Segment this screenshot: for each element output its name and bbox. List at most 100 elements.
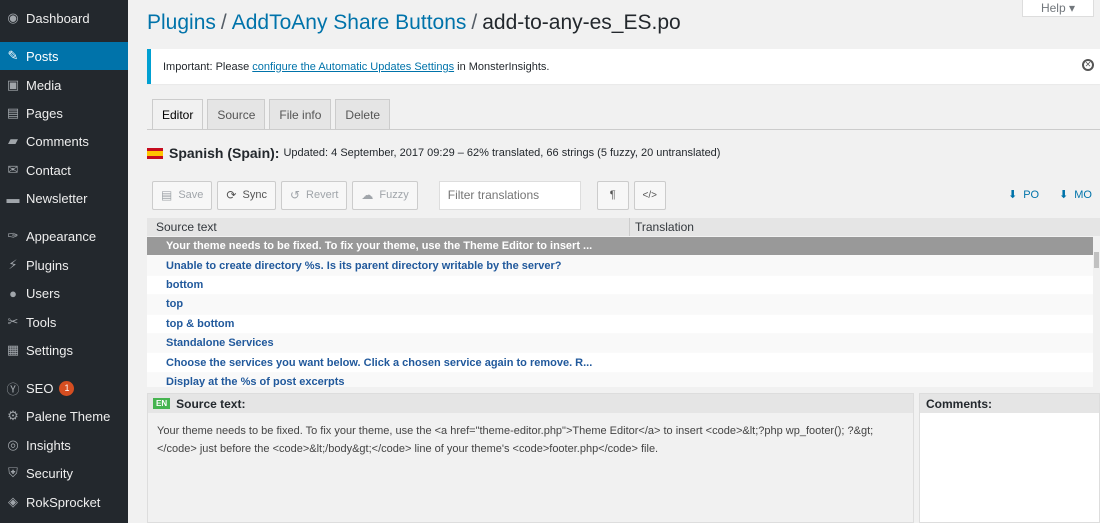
sidebar-item-seo[interactable]: Ⓨ SEO 1 <box>0 374 128 402</box>
sidebar-item-label: Security <box>26 465 73 481</box>
notification-badge: 1 <box>59 380 75 396</box>
save-label: Save <box>178 189 204 201</box>
help-button[interactable]: Help ▾ <box>1022 0 1094 17</box>
fuzzy-button[interactable]: ☁ Fuzzy <box>352 180 418 210</box>
gear-icon: ⚙ <box>7 408 19 423</box>
code-view-toggle[interactable]: </> <box>633 180 666 210</box>
sidebar-item-label: Settings <box>26 342 73 358</box>
sidebar-item-label: Users <box>26 285 60 301</box>
rocket-icon: ◈ <box>8 494 18 509</box>
sidebar-item-newsletter[interactable]: ▬ Newsletter <box>0 184 128 212</box>
sidebar-item-media[interactable]: ▣ Media <box>0 71 128 99</box>
po-label: PO <box>1023 188 1040 201</box>
tab-file-info[interactable]: File info <box>269 99 332 129</box>
tab-divider <box>147 129 1100 130</box>
sidebar-item-users[interactable]: ● Users <box>0 279 128 307</box>
source-panel-title: Source text: <box>176 396 246 411</box>
sidebar-item-label: Comments <box>26 133 89 149</box>
strings-table-header: Source text Translation <box>147 218 1100 236</box>
dismiss-icon[interactable]: ✕ <box>1082 59 1094 71</box>
sidebar-item-insights[interactable]: ◎ Insights <box>0 431 128 459</box>
scrollbar-thumb[interactable] <box>1094 252 1099 268</box>
breadcrumb-plugins[interactable]: Plugins <box>147 11 216 34</box>
language-name: Spanish (Spain): <box>169 145 280 161</box>
tab-source[interactable]: Source <box>207 99 266 129</box>
sidebar-item-label: Plugins <box>26 257 69 273</box>
notice-suffix: in MonsterInsights. <box>457 60 550 73</box>
dashboard-icon: ◉ <box>7 10 19 25</box>
sidebar-item-label: Media <box>26 77 62 93</box>
sidebar-item-posts[interactable]: ✎ Posts <box>0 42 128 70</box>
table-row[interactable]: Unable to create directory %s. Is its pa… <box>147 256 1093 276</box>
sidebar-item-dashboard[interactable]: ◉ Dashboard <box>0 4 128 32</box>
comments-panel: Comments: <box>919 393 1100 523</box>
pin-icon: ✎ <box>7 48 19 63</box>
sync-icon: ⟳ <box>226 188 237 202</box>
table-row[interactable]: Standalone Services <box>147 333 1093 354</box>
revert-button[interactable]: ↺ Revert <box>280 180 348 210</box>
envelope-icon: ✉ <box>7 162 19 177</box>
table-row[interactable]: top <box>147 295 1093 315</box>
column-source-text[interactable]: Source text <box>147 218 630 236</box>
sidebar-item-label: Pages <box>26 105 63 121</box>
shield-icon: ⛨ <box>8 465 18 480</box>
sidebar-item-tools[interactable]: ✂ Tools <box>0 308 128 336</box>
column-translation[interactable]: Translation <box>630 218 694 236</box>
comments-title: Comments: <box>920 394 1099 413</box>
admin-sidebar: ◉ Dashboard ✎ Posts ▣ Media ▤ Pages ▰ Comments ✉ Co… <box>0 0 128 523</box>
sidebar-item-pages[interactable]: ▤ Pages <box>0 99 128 127</box>
editor-toolbar: ▤ Save ⟳ Sync ↺ Revert ☁ Fuzzy ¶ </> <box>147 174 1100 216</box>
sidebar-item-label: Insights <box>26 437 71 453</box>
filter-translations-input[interactable] <box>438 180 581 210</box>
language-meta: Updated: 4 September, 2017 09:29 – 62% t… <box>283 147 721 159</box>
sidebar-item-contact[interactable]: ✉ Contact <box>0 156 128 184</box>
sidebar-item-label: SEO <box>26 380 54 396</box>
sidebar-item-settings[interactable]: ▦ Settings <box>0 336 128 364</box>
breadcrumb-plugin-name[interactable]: AddToAny Share Buttons <box>232 11 467 34</box>
tab-editor[interactable]: Editor <box>152 99 204 129</box>
sidebar-item-security[interactable]: ⛨ Security <box>0 459 128 487</box>
table-row[interactable]: Display at the %s of post excerpts <box>147 372 1093 387</box>
sidebar-item-label: Appearance <box>26 228 97 244</box>
revert-icon: ↺ <box>289 188 301 202</box>
wrench-icon: ✂ <box>7 314 19 329</box>
table-row[interactable]: Choose the services you want below. Clic… <box>147 353 1093 373</box>
table-row[interactable]: top & bottom <box>147 315 1093 334</box>
users-icon: ● <box>9 285 17 301</box>
sidebar-item-roksprocket[interactable]: ◈ RokSprocket <box>0 488 128 516</box>
cloud-icon: ☁ <box>361 188 374 202</box>
sync-button[interactable]: ⟳ Sync <box>217 180 276 210</box>
yoast-icon: Ⓨ <box>6 381 20 397</box>
plug-icon: ⚡ <box>8 257 18 272</box>
strings-list: Your theme needs to be fixed. To fix you… <box>147 237 1093 387</box>
sidebar-item-comments[interactable]: ▰ Comments <box>0 127 128 155</box>
comments-icon: ▰ <box>8 133 18 148</box>
download-mo-link[interactable]: ⬇ MO <box>1059 188 1092 202</box>
download-po-link[interactable]: ⬇ PO <box>1008 188 1040 202</box>
pages-icon: ▤ <box>6 105 20 120</box>
notice-link[interactable]: configure the Automatic Updates Settings <box>252 61 454 73</box>
sidebar-item-label: Palene Theme <box>26 408 111 424</box>
media-icon: ▣ <box>6 77 20 92</box>
notice-banner: Important: Please configure the Automati… <box>147 49 1100 84</box>
spain-flag-icon <box>147 147 163 159</box>
source-panel-header: EN Source text: <box>148 394 913 413</box>
breadcrumb-separator: / <box>471 11 478 34</box>
sidebar-item-label: Dashboard <box>26 10 90 26</box>
source-text-panel: EN Source text: Your theme needs to be f… <box>147 393 914 523</box>
sidebar-item-plugins[interactable]: ⚡ Plugins <box>0 251 128 279</box>
sidebar-item-label: Newsletter <box>26 190 88 206</box>
download-icon: ⬇ <box>1008 189 1018 201</box>
sidebar-item-palene-theme[interactable]: ⚙ Palene Theme <box>0 402 128 430</box>
sidebar-item-label: RokSprocket <box>26 494 101 510</box>
table-row[interactable]: bottom <box>147 276 1093 296</box>
table-row[interactable]: Your theme needs to be fixed. To fix you… <box>147 237 1093 257</box>
save-button[interactable]: ▤ Save <box>152 180 213 210</box>
invisibles-toggle[interactable]: ¶ <box>596 180 629 210</box>
revert-label: Revert <box>306 189 339 201</box>
save-icon: ▤ <box>161 188 173 202</box>
tab-delete[interactable]: Delete <box>335 99 391 129</box>
english-badge: EN <box>153 398 171 409</box>
sidebar-item-appearance[interactable]: ✑ Appearance <box>0 222 128 250</box>
page-title: Plugins / AddToAny Share Buttons / add-to-an… <box>147 11 681 35</box>
